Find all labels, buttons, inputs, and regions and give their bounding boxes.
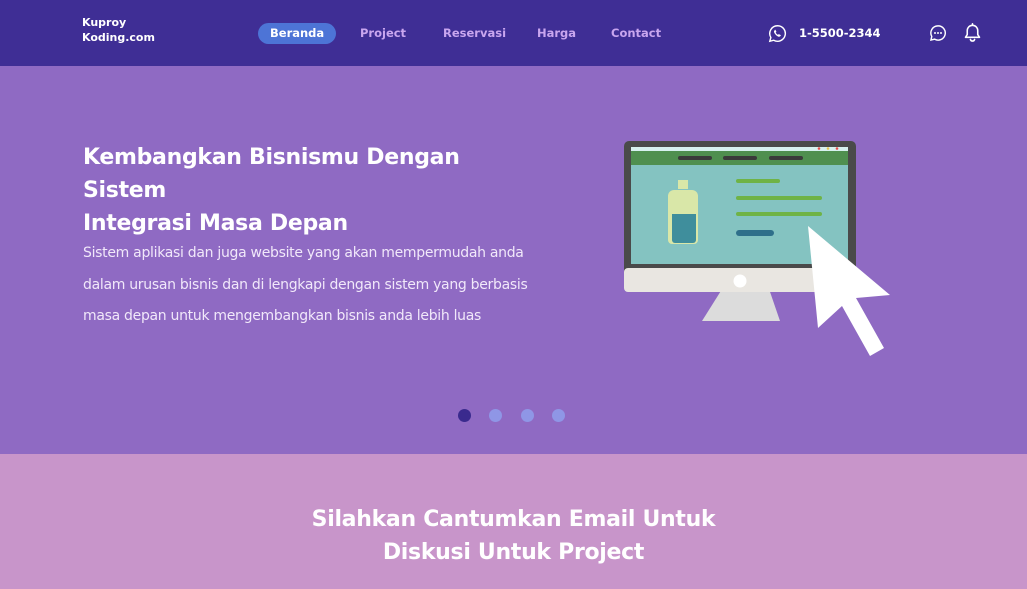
cta-title: Silahkan Cantumkan Email Untuk Diskusi U… (0, 503, 1027, 569)
carousel-dot-4[interactable] (552, 409, 565, 422)
brand-line-2: Koding.com (82, 31, 155, 44)
top-navbar: Kuproy Koding.com Beranda Project Reserv… (0, 0, 1027, 66)
hero-title-line-1: Kembangkan Bisnismu Dengan Sistem (83, 145, 460, 203)
hero-desc-line-3: masa depan untuk mengembangkan bisnis an… (83, 308, 482, 324)
hero-desc-line-1: Sistem aplikasi dan juga website yang ak… (83, 245, 524, 261)
cta-title-line-2: Diskusi Untuk Project (382, 540, 645, 565)
carousel-dot-2[interactable] (489, 409, 502, 422)
carousel-dot-1[interactable] (458, 409, 471, 422)
hero-desc-line-2: dalam urusan bisnis dan di lengkapi deng… (83, 276, 528, 293)
hero-description: Sistem aplikasi dan juga website yang ak… (83, 238, 533, 333)
phone-number: 1-5500-2344 (799, 26, 881, 40)
cta-title-line-1: Silahkan Cantumkan Email Untuk (311, 507, 716, 532)
monitor-with-cursor-illustration (624, 141, 890, 356)
nav-item-harga[interactable]: Harga (537, 23, 576, 44)
brand-logo[interactable]: Kuproy Koding.com (82, 15, 155, 45)
chat-icon[interactable] (929, 24, 947, 42)
nav-item-project[interactable]: Project (360, 23, 406, 44)
whatsapp-icon (768, 25, 786, 43)
email-cta-section: Silahkan Cantumkan Email Untuk Diskusi U… (0, 454, 1027, 589)
bell-icon[interactable] (962, 22, 983, 44)
nav-item-reservasi[interactable]: Reservasi (443, 23, 506, 44)
carousel-dot-3[interactable] (521, 409, 534, 422)
hero-title: Kembangkan Bisnismu Dengan Sistem Integr… (83, 141, 523, 240)
nav-item-beranda[interactable]: Beranda (258, 23, 337, 44)
brand-line-1: Kuproy (82, 16, 127, 29)
hero-title-line-2: Integrasi Masa Depan (83, 211, 348, 236)
hero-section: Kembangkan Bisnismu Dengan Sistem Integr… (0, 66, 1027, 454)
nav-item-contact[interactable]: Contact (611, 23, 661, 44)
